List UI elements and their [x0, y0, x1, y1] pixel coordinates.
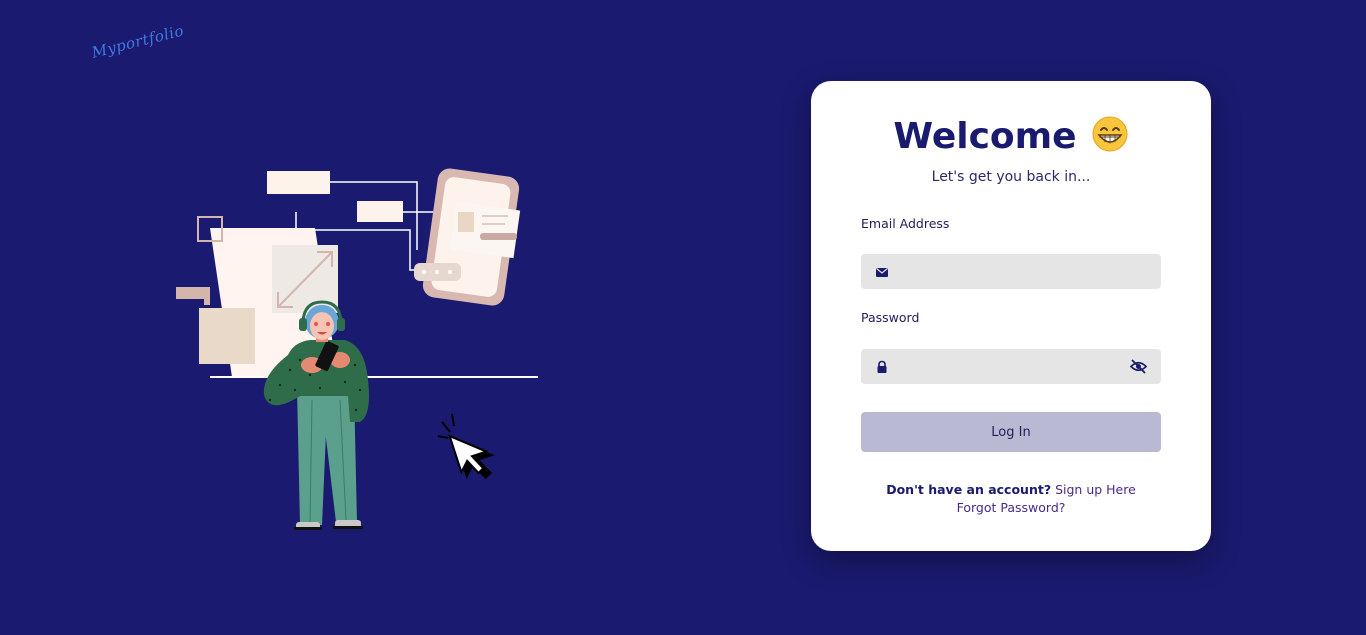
- password-input[interactable]: [895, 349, 1129, 386]
- forgot-password-line: Forgot Password?: [811, 500, 1211, 515]
- brand-logo[interactable]: Myportfolio: [90, 21, 186, 61]
- welcome-title: Welcome: [893, 116, 1077, 157]
- login-page: Myportfolio Welcome Let's get you back i…: [0, 0, 1366, 635]
- email-label: Email Address: [861, 216, 950, 231]
- lock-icon: [877, 360, 887, 373]
- email-field-wrapper[interactable]: [861, 254, 1161, 291]
- signup-link[interactable]: Sign up Here: [1055, 482, 1136, 497]
- person-with-phone-illustration: [176, 168, 538, 530]
- login-button[interactable]: Log In: [861, 412, 1161, 452]
- password-field-wrapper[interactable]: [861, 349, 1161, 386]
- signup-line: Don't have an account? Sign up Here: [811, 482, 1211, 497]
- forgot-password-link[interactable]: Forgot Password?: [957, 500, 1066, 515]
- password-label: Password: [861, 310, 920, 325]
- grinning-face-icon: [1091, 115, 1129, 153]
- signup-prompt: Don't have an account?: [886, 482, 1052, 497]
- welcome-heading: Welcome: [811, 115, 1211, 159]
- eye-slash-icon[interactable]: [1130, 359, 1147, 374]
- email-input[interactable]: [895, 254, 1129, 291]
- envelope-icon: [876, 268, 888, 277]
- welcome-subtitle: Let's get you back in...: [931, 169, 1091, 185]
- login-card: Welcome Let's get you back in... Email A…: [811, 81, 1211, 551]
